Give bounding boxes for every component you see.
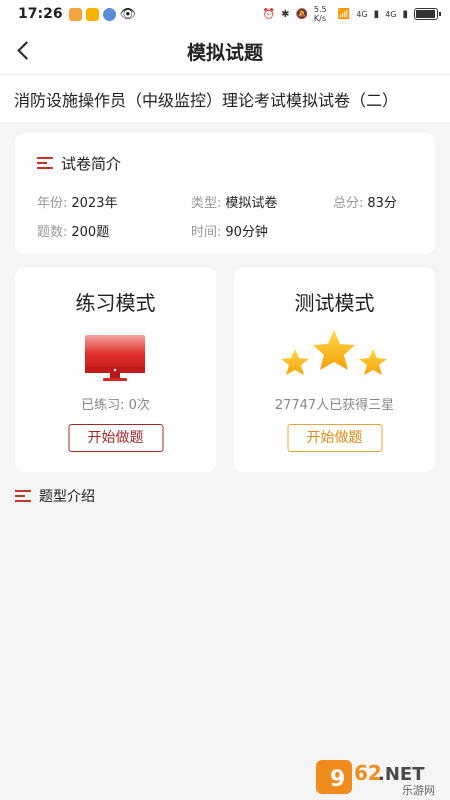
status-time: 17:26 — [18, 6, 63, 22]
test-stars-count: 27747人已获得三星 — [274, 398, 395, 413]
count-label: 题数: — [37, 225, 68, 240]
nav-bar: 模拟试题 — [0, 28, 450, 74]
network-speed: 5.5 K/s — [313, 5, 327, 23]
signal-icon: ▮ — [373, 8, 380, 20]
signal-a-label: 4G — [356, 9, 368, 19]
test-start-button[interactable]: 开始做题 — [287, 424, 382, 452]
exam-intro-card: 试卷简介 年份: 2023年 类型: 模拟试卷 总分: 83分 题数: 200题 时间:… — [15, 133, 435, 254]
three-stars-icon — [281, 330, 387, 375]
question-types-label: 题型介绍 — [39, 489, 95, 505]
back-chevron-left-icon[interactable] — [12, 38, 38, 64]
watermark-logo: 9 62 .NET 乐游网 — [310, 754, 450, 800]
intro-heading: 试卷简介 — [37, 153, 121, 174]
signal-b-label: 4G — [385, 9, 397, 19]
score-info: 总分: 83分 — [333, 192, 397, 211]
type-label: 类型: — [191, 196, 222, 211]
type-info: 类型: 模拟试卷 — [191, 192, 277, 211]
wifi-icon: 📶 — [337, 8, 351, 20]
test-mode-card[interactable]: 测试模式 27747人已获得三星 开始做题 — [234, 267, 435, 472]
video-app-icon — [85, 7, 99, 21]
signal-icon: ▮ — [402, 8, 408, 20]
test-mode-title: 测试模式 — [294, 291, 375, 315]
year-label: 年份: — [37, 196, 68, 211]
practice-count: 已练习: 0次 — [81, 398, 150, 413]
page-title: 模拟试题 — [186, 41, 263, 64]
practice-mode-card[interactable]: 练习模式 已练习: 0次 开始做题 — [15, 267, 216, 472]
watermark-sub: 乐游网 — [402, 784, 435, 797]
year-info: 年份: 2023年 — [37, 192, 117, 211]
alarm-icon: ⏰ — [262, 8, 276, 20]
time-label: 时间: — [191, 225, 222, 240]
section-bars-icon — [37, 157, 53, 170]
score-label: 总分: — [333, 196, 364, 211]
status-bar: 17:26 👁 ⏰ ✱ 🔕 5.5 K/s 📶 4G ▮ 4G ▮ — [0, 0, 450, 28]
practice-start-button[interactable]: 开始做题 — [68, 424, 163, 452]
type-value: 模拟试卷 — [225, 196, 278, 211]
exam-title: 消防设施操作员（中级监控）理论考试模拟试卷（二） — [0, 74, 450, 122]
monitor-icon — [85, 335, 145, 381]
browser-app-icon — [102, 7, 116, 21]
eye-icon: 👁 — [119, 6, 137, 22]
year-value: 2023年 — [71, 196, 118, 211]
battery-icon — [414, 8, 441, 20]
section-bars-icon — [15, 489, 31, 503]
score-value: 83分 — [367, 196, 397, 211]
mute-icon: 🔕 — [295, 8, 308, 20]
bluetooth-icon: ✱ — [281, 8, 290, 20]
svg-text:9: 9 — [330, 767, 345, 792]
count-value: 200题 — [71, 225, 110, 240]
time-info: 时间: 90分钟 — [191, 221, 268, 240]
time-value: 90分钟 — [225, 225, 268, 240]
practice-mode-title: 练习模式 — [75, 291, 156, 315]
intro-heading-label: 试卷简介 — [61, 155, 122, 173]
question-types-heading: 题型介绍 — [15, 486, 95, 506]
app-notification-icon — [68, 7, 82, 21]
count-info: 题数: 200题 — [37, 221, 109, 240]
